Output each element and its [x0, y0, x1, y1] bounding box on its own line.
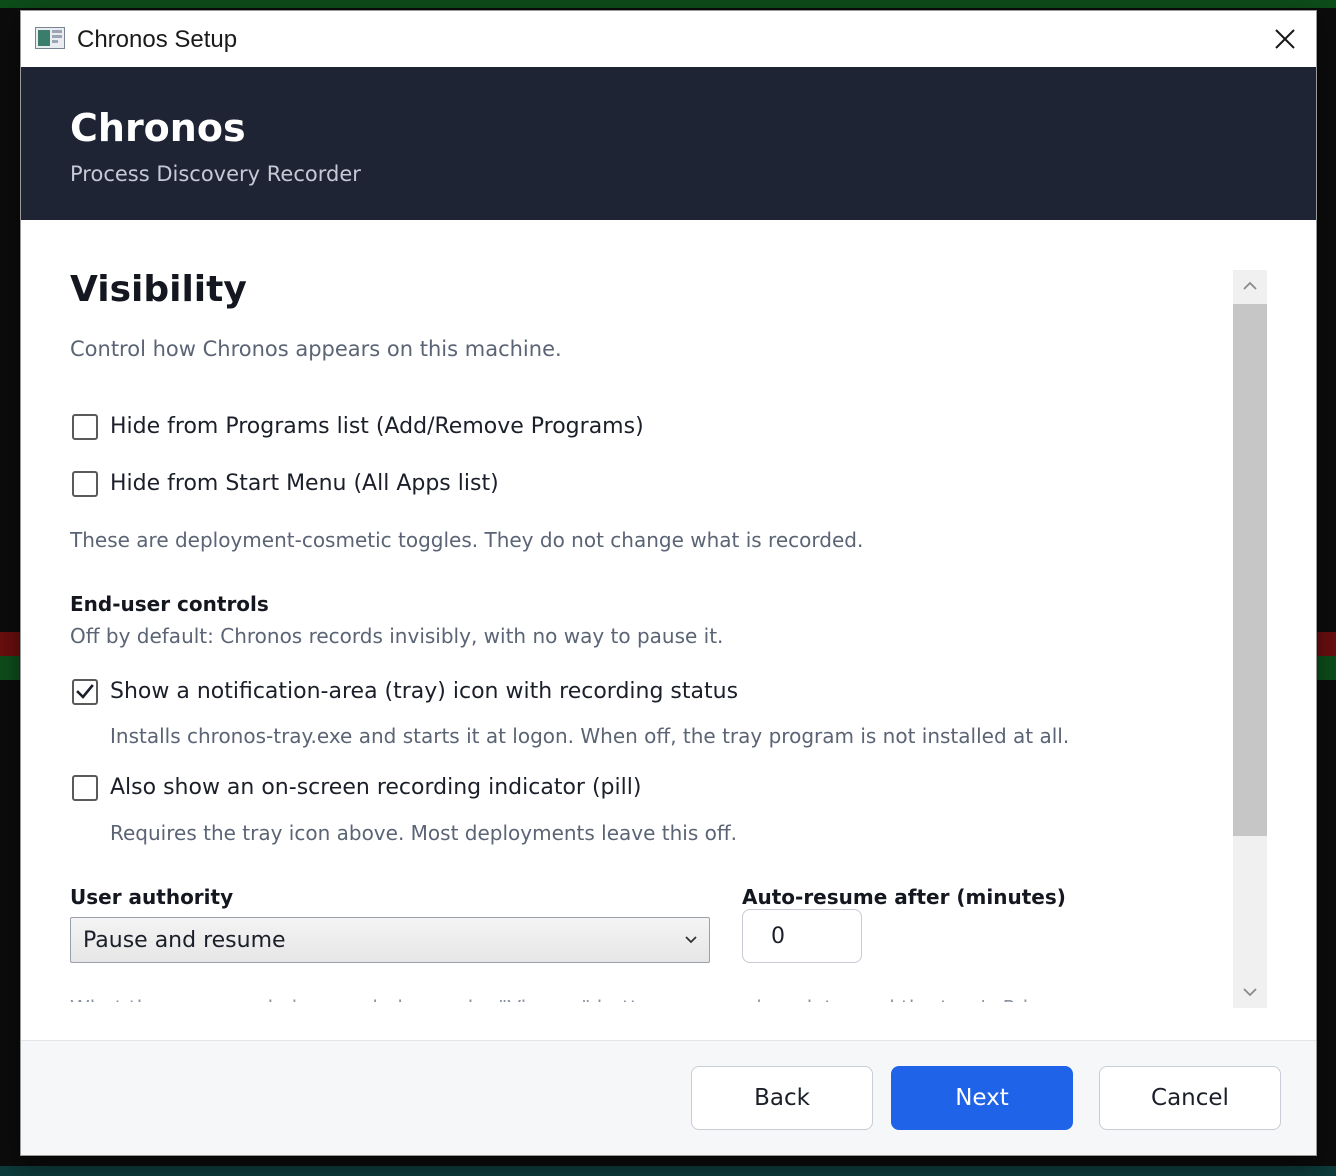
- app-subtitle: Process Discovery Recorder: [70, 162, 361, 186]
- page-title: Visibility: [70, 269, 247, 310]
- page-description: Control how Chronos appears on this mach…: [70, 337, 562, 361]
- end-user-controls-description: Off by default: Chronos records invisibl…: [70, 624, 724, 648]
- hide-programs-label: Hide from Programs list (Add/Remove Prog…: [110, 414, 644, 439]
- tray-icon-checkbox[interactable]: [72, 679, 98, 705]
- close-icon: [1275, 29, 1295, 49]
- cosmetic-note: These are deployment-cosmetic toggles. T…: [70, 528, 864, 552]
- setup-dialog: Chronos Setup Chronos Process Discovery …: [20, 10, 1317, 1156]
- end-user-controls-heading: End-user controls: [70, 592, 269, 616]
- pill-indicator-checkbox[interactable]: [72, 775, 98, 801]
- page-content: Visibility Control how Chronos appears o…: [21, 220, 1316, 1040]
- window-title: Chronos Setup: [77, 26, 238, 53]
- scroll-down-button[interactable]: [1233, 976, 1267, 1008]
- chevron-up-icon: [1243, 281, 1257, 290]
- next-button[interactable]: Next: [891, 1066, 1073, 1130]
- checkmark-icon: [76, 684, 94, 699]
- terminal-top-line: [0, 0, 1336, 8]
- hide-programs-checkbox[interactable]: [72, 414, 98, 440]
- app-header: Chronos Process Discovery Recorder: [21, 67, 1316, 220]
- auto-resume-input[interactable]: [742, 909, 862, 963]
- close-button[interactable]: [1254, 11, 1316, 67]
- back-button[interactable]: Back: [691, 1066, 873, 1130]
- title-bar: Chronos Setup: [21, 11, 1316, 67]
- auto-resume-label: Auto-resume after (minutes): [742, 885, 1066, 909]
- hide-programs-option[interactable]: Hide from Programs list (Add/Remove Prog…: [70, 412, 644, 442]
- dialog-footer: Back Next Cancel: [21, 1040, 1316, 1155]
- scroll-up-button[interactable]: [1233, 270, 1267, 302]
- app-window-icon: [35, 27, 65, 49]
- user-authority-select[interactable]: Pause and resume: [70, 917, 710, 963]
- hide-start-menu-checkbox[interactable]: [72, 471, 98, 497]
- tray-icon-option[interactable]: Show a notification-area (tray) icon wit…: [70, 677, 738, 707]
- pill-indicator-option[interactable]: Also show an on-screen recording indicat…: [70, 773, 641, 803]
- pill-indicator-note: Requires the tray icon above. Most deplo…: [110, 821, 738, 845]
- vertical-scrollbar[interactable]: [1233, 270, 1267, 1008]
- tray-icon-label: Show a notification-area (tray) icon wit…: [110, 679, 739, 704]
- authority-help-text: What the user can do is recorded — and a…: [70, 994, 1139, 1002]
- hide-start-menu-label: Hide from Start Menu (All Apps list): [110, 471, 499, 496]
- chevron-down-icon: [1243, 988, 1257, 997]
- pill-indicator-label: Also show an on-screen recording indicat…: [110, 775, 642, 800]
- cancel-button[interactable]: Cancel: [1099, 1066, 1281, 1130]
- chevron-down-icon: [685, 936, 697, 944]
- user-authority-value: Pause and resume: [83, 928, 286, 953]
- tray-icon-note: Installs chronos-tray.exe and starts it …: [110, 724, 1070, 748]
- terminal-bottom-line: [0, 1166, 1336, 1176]
- user-authority-label: User authority: [70, 885, 234, 909]
- scroll-thumb[interactable]: [1233, 304, 1267, 836]
- scroll-area[interactable]: Visibility Control how Chronos appears o…: [70, 260, 1230, 1002]
- app-name: Chronos: [70, 106, 246, 150]
- hide-start-menu-option[interactable]: Hide from Start Menu (All Apps list): [70, 469, 499, 499]
